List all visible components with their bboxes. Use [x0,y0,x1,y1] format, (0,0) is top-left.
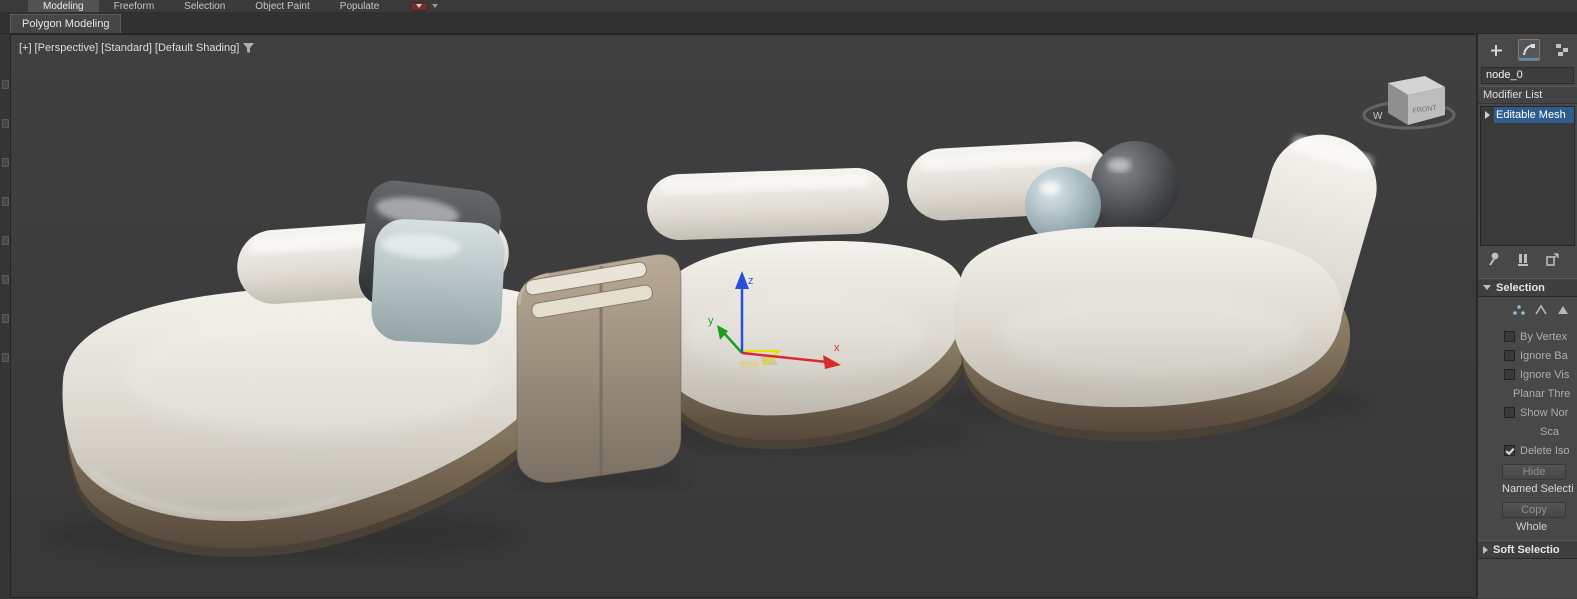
show-end-result-icon[interactable] [1517,253,1529,266]
left-toolbar-strip [0,34,10,598]
chevron-down-icon [416,4,423,8]
toolbar-icon[interactable] [1,314,9,323]
object-name-field[interactable]: node_0 [1481,67,1574,84]
edge-subobject-icon[interactable] [1533,302,1549,318]
ribbon-tab-populate[interactable]: Populate [325,0,394,12]
gizmo-y-label: y [708,315,714,327]
gizmo-x-label: x [834,342,840,354]
toolbar-icon[interactable] [1,80,9,89]
ribbon-tab-bar: Modeling Freeform Selection Object Paint… [0,0,1577,13]
ribbon-tab-modeling[interactable]: Modeling [28,0,99,12]
side-table[interactable] [516,253,682,484]
rollout-open-arrow-icon [1483,285,1491,290]
rollout-closed-arrow-icon [1483,545,1488,554]
viewcube[interactable]: FRONT W [1362,76,1456,130]
pin-stack-icon[interactable] [1488,252,1500,266]
ribbon-tab-freeform[interactable]: Freeform [99,0,170,12]
ignore-backfacing-checkbox[interactable] [1504,350,1515,361]
gizmo-z-label: z [748,275,754,287]
viewcube-west-label: W [1373,111,1383,122]
show-normals-checkbox[interactable] [1504,407,1515,418]
vertex-subobject-icon[interactable] [1511,302,1527,318]
soft-selection-rollout-header[interactable]: Soft Selectio [1478,540,1577,559]
create-panel-icon[interactable] [1485,39,1507,61]
modify-panel-icon[interactable] [1518,39,1540,61]
scene-3d[interactable]: x y z FRONT W [11,35,1476,597]
ribbon-tab-object-paint[interactable]: Object Paint [240,0,324,12]
viewport-menu-pov[interactable]: [Perspective] [35,42,99,54]
ignore-visible-row[interactable]: Ignore Vis [1478,365,1577,384]
viewport-label: [+] [Perspective] [Standard] [Default Sh… [19,42,255,54]
viewport-canvas[interactable]: [+] [Perspective] [Standard] [Default Sh… [10,34,1477,598]
by-vertex-checkbox[interactable] [1504,331,1515,342]
copy-button[interactable]: Copy [1502,502,1566,518]
sphere-dark[interactable] [1091,141,1179,229]
make-unique-icon[interactable] [1546,252,1559,266]
ignore-backfacing-row[interactable]: Ignore Ba [1478,346,1577,365]
command-panel-tabs [1478,34,1577,66]
hierarchy-panel-icon[interactable] [1551,39,1573,61]
delete-isolated-row[interactable]: Delete Iso [1478,441,1577,460]
stack-toolbar [1478,248,1577,270]
subobject-level-icons [1478,297,1577,323]
viewport-menu-general[interactable]: [+] [19,42,32,54]
scale-row: Sca [1540,425,1559,438]
ribbon-tab-selection[interactable]: Selection [169,0,240,12]
toolbar-icon[interactable] [1,275,9,284]
planar-threshold-row: Planar Thre [1513,387,1571,400]
polygon-modeling-tab[interactable]: Polygon Modeling [10,14,122,33]
toolbar-icon[interactable] [1,197,9,206]
modifier-list-dropdown[interactable]: Modifier List [1478,86,1577,104]
hide-button[interactable]: Hide [1502,464,1566,480]
toolbar-icon[interactable] [1,158,9,167]
viewport-menu-shading[interactable]: [Default Shading] [155,42,239,54]
toolbar-icon[interactable] [1,119,9,128]
viewport-filter-icon[interactable] [242,42,255,54]
show-normals-row[interactable]: Show Nor [1478,403,1577,422]
selection-options: By Vertex Ignore Ba Ignore Vis Planar Th… [1478,327,1577,460]
stack-expand-icon[interactable] [1485,111,1490,119]
ignore-visible-checkbox[interactable] [1504,369,1515,380]
toolbar-icon[interactable] [1,353,9,362]
delete-isolated-checkbox[interactable] [1504,445,1515,456]
sofa-left[interactable] [62,177,573,558]
sofa-right[interactable] [905,122,1389,442]
modifier-stack[interactable]: Editable Mesh [1480,106,1575,246]
selection-rollout-header[interactable]: Selection [1478,278,1577,297]
whole-label: Whole [1516,521,1548,533]
toolbar-icon[interactable] [1,236,9,245]
stack-item-editable-mesh[interactable]: Editable Mesh [1481,107,1574,123]
named-selections-label: Named Selecti [1502,483,1574,495]
by-vertex-row[interactable]: By Vertex [1478,327,1577,346]
command-panel: node_0 Modifier List Editable Mesh Selec… [1477,34,1577,598]
ribbon-panel-row: Polygon Modeling [0,13,1577,34]
ribbon-display-toggle-button[interactable] [410,1,429,11]
sofa-middle-backrest[interactable] [646,167,890,241]
pillow-blue[interactable] [370,218,506,347]
face-subobject-icon[interactable] [1555,302,1571,318]
ribbon-options-arrow-icon[interactable] [432,4,439,8]
viewport-menu-renderer[interactable]: [Standard] [101,42,152,54]
